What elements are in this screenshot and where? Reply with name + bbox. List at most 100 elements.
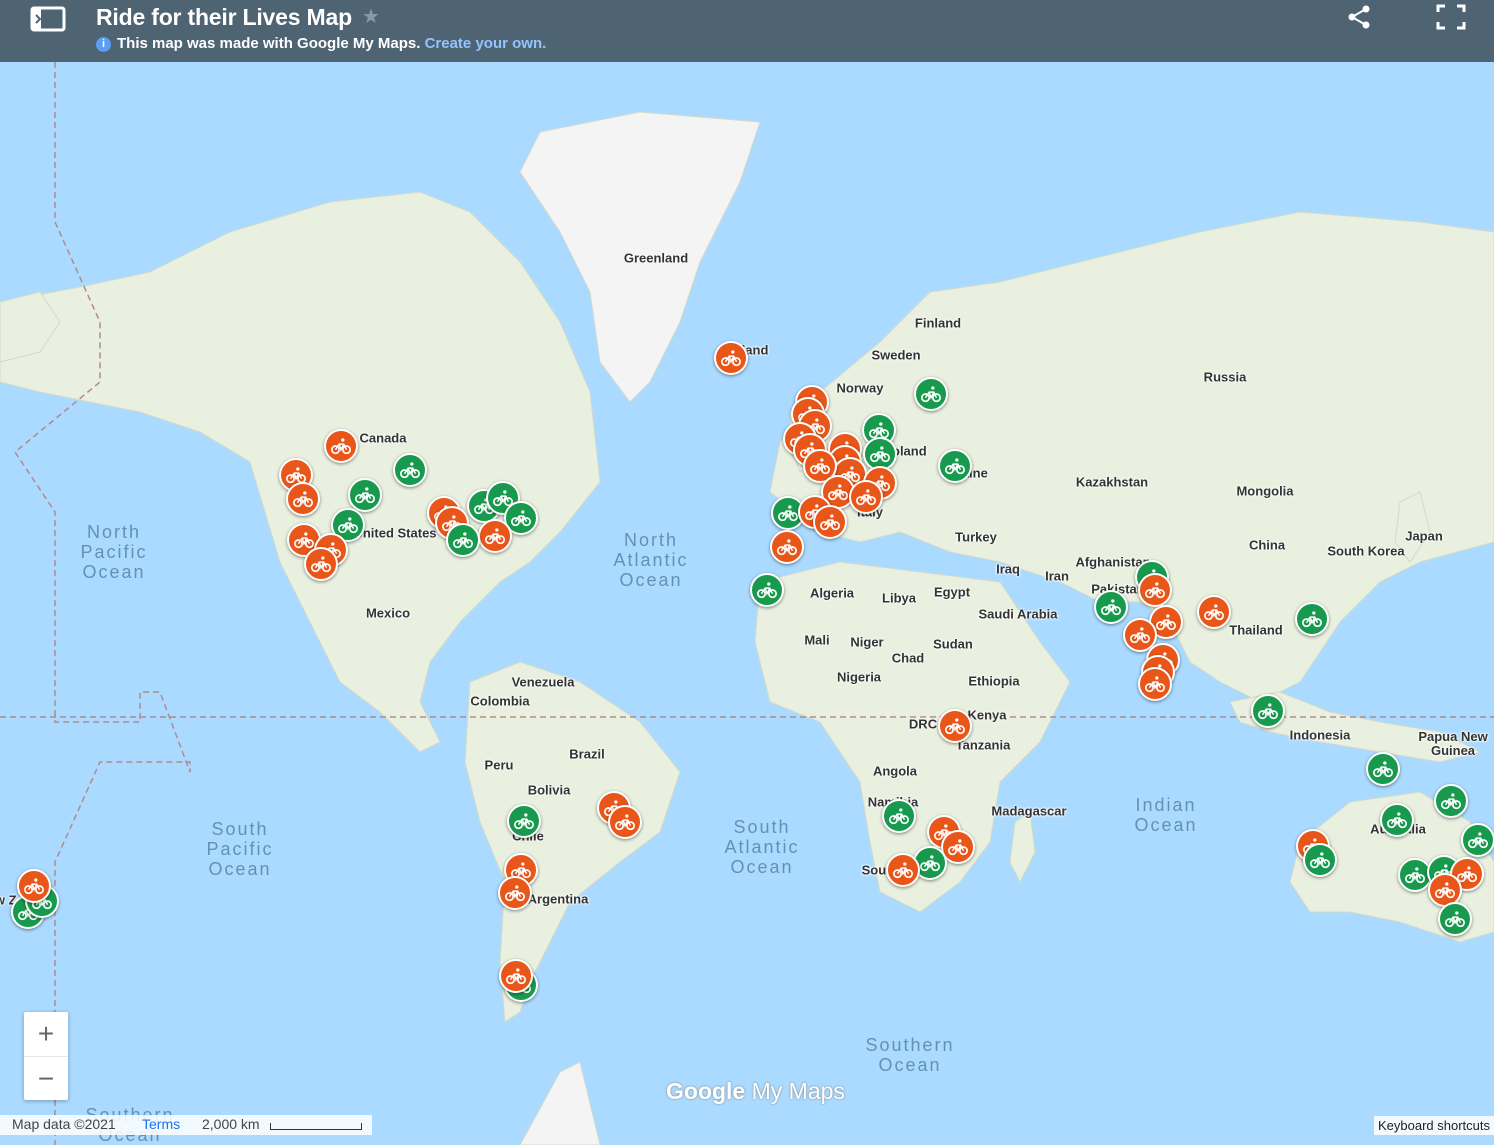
marker-usa-nw-2[interactable] <box>286 482 320 516</box>
marker-kenya[interactable] <box>938 709 972 743</box>
share-icon <box>1348 5 1370 29</box>
bicycle-icon <box>294 532 314 549</box>
bicycle-icon <box>331 438 351 455</box>
label-japan: Japan <box>1405 528 1443 544</box>
label-chad: Chad <box>891 650 925 666</box>
fullscreen-button[interactable] <box>1436 4 1466 30</box>
marker-vietnam[interactable] <box>1295 602 1329 636</box>
made-with-text: This map was made with Google My Maps. <box>117 35 421 52</box>
label-bolivia: Bolivia <box>527 782 571 798</box>
marker-australia-west-2[interactable] <box>1303 843 1337 877</box>
marker-patagonia-2[interactable] <box>499 959 533 993</box>
bicycle-icon <box>506 968 526 985</box>
label-indonesia: Indonesia <box>1289 727 1351 743</box>
label-niger: Niger <box>850 634 884 650</box>
marker-chile-north[interactable] <box>507 804 541 838</box>
marker-india-5[interactable] <box>1138 667 1172 701</box>
marker-usa-east-5[interactable] <box>446 523 480 557</box>
label-turkey: Turkey <box>955 529 997 545</box>
marker-australia-se-5[interactable] <box>1438 902 1472 936</box>
label-norway: Norway <box>836 380 884 396</box>
terms-link[interactable]: Terms <box>142 1116 180 1132</box>
scale-bar <box>270 1123 362 1130</box>
date-line <box>13 62 191 1145</box>
label-colombia: Colombia <box>470 693 530 709</box>
toggle-panel-button[interactable] <box>30 6 66 32</box>
label-china: China <box>1248 537 1286 553</box>
marker-finland[interactable] <box>914 377 948 411</box>
label-russia: Russia <box>1203 369 1247 385</box>
zoom-in-button[interactable]: + <box>24 1012 68 1057</box>
bicycle-icon <box>338 517 358 534</box>
bicycle-icon <box>757 582 777 599</box>
bicycle-icon <box>505 885 525 902</box>
map-header: Ride for their Lives Map ★ i This map was… <box>0 0 1494 62</box>
star-icon[interactable]: ★ <box>362 4 380 29</box>
label-iraq: Iraq <box>996 561 1020 577</box>
marker-morocco[interactable] <box>750 573 784 607</box>
marker-australia-east-1[interactable] <box>1434 784 1468 818</box>
marker-nz-3[interactable] <box>17 869 51 903</box>
marker-spain-2[interactable] <box>813 505 847 539</box>
bicycle-icon <box>485 528 505 545</box>
brand-mymaps: My Maps <box>751 1078 845 1104</box>
marker-usa-east-4[interactable] <box>478 519 512 553</box>
bicycle-icon <box>1204 604 1224 621</box>
marker-canada-central[interactable] <box>393 453 427 487</box>
antarctica-landmass <box>519 1061 601 1145</box>
marker-namibia[interactable] <box>882 799 916 833</box>
marker-south-africa-4[interactable] <box>886 853 920 887</box>
map-canvas[interactable]: Greenland Iceland Finland Sweden Norway … <box>0 62 1494 1145</box>
marker-brazil-2[interactable] <box>608 805 642 839</box>
marker-india-north[interactable] <box>1138 573 1172 607</box>
map-footer: Map data ©2021 Terms 2,000 km <box>0 1115 372 1135</box>
madagascar-landmass <box>1009 811 1036 884</box>
label-angola: Angola <box>872 763 918 779</box>
label-greenland: Greenland <box>623 250 689 266</box>
basemap <box>0 62 1494 1145</box>
map-title: Ride for their Lives Map <box>96 4 352 30</box>
made-with-notice: i This map was made with Google My Maps. … <box>96 35 546 52</box>
marker-chile-2[interactable] <box>498 876 532 910</box>
label-north-pacific-ocean: North Pacific Ocean <box>80 522 148 582</box>
marker-bangladesh[interactable] <box>1197 595 1231 629</box>
bicycle-icon <box>1156 614 1176 631</box>
marker-australia-ne[interactable] <box>1366 752 1400 786</box>
marker-iceland[interactable] <box>714 341 748 375</box>
marker-canada-west[interactable] <box>324 429 358 463</box>
bicycle-icon <box>24 878 44 895</box>
bicycle-icon <box>1373 761 1393 778</box>
keyboard-shortcuts-link[interactable]: Keyboard shortcuts <box>1373 1116 1494 1135</box>
marker-italy[interactable] <box>849 480 883 514</box>
label-thailand: Thailand <box>1229 622 1283 638</box>
bicycle-icon <box>1101 599 1121 616</box>
marker-usa-ca-3[interactable] <box>304 547 338 581</box>
label-sudan: Sudan <box>933 636 973 652</box>
map-data-attribution: Map data ©2021 <box>12 1116 116 1132</box>
marker-usa-mid-1[interactable] <box>348 478 382 512</box>
label-madagascar: Madagascar <box>991 803 1067 819</box>
bicycle-icon <box>777 539 797 556</box>
label-drc: DRC <box>908 716 938 732</box>
bicycle-icon <box>1130 627 1150 644</box>
label-algeria: Algeria <box>809 585 855 601</box>
bicycle-icon <box>1441 793 1461 810</box>
marker-ukraine[interactable] <box>938 449 972 483</box>
bicycle-icon <box>1468 832 1488 849</box>
fullscreen-icon <box>1436 4 1466 30</box>
marker-australia-center[interactable] <box>1380 803 1414 837</box>
bicycle-icon <box>828 484 848 501</box>
marker-australia-east-2[interactable] <box>1461 823 1494 857</box>
bicycle-icon <box>778 505 798 522</box>
bicycle-icon <box>511 510 531 527</box>
marker-spain-3[interactable] <box>770 530 804 564</box>
info-icon: i <box>96 37 111 52</box>
marker-india-west[interactable] <box>1094 590 1128 624</box>
marker-indonesia[interactable] <box>1251 694 1285 728</box>
share-button[interactable] <box>1346 4 1372 30</box>
bicycle-icon <box>1387 812 1407 829</box>
zoom-out-button[interactable]: − <box>24 1057 68 1101</box>
label-south-korea: South Korea <box>1327 543 1405 559</box>
label-sweden: Sweden <box>871 347 921 363</box>
create-your-own-link[interactable]: Create your own. <box>425 35 547 52</box>
